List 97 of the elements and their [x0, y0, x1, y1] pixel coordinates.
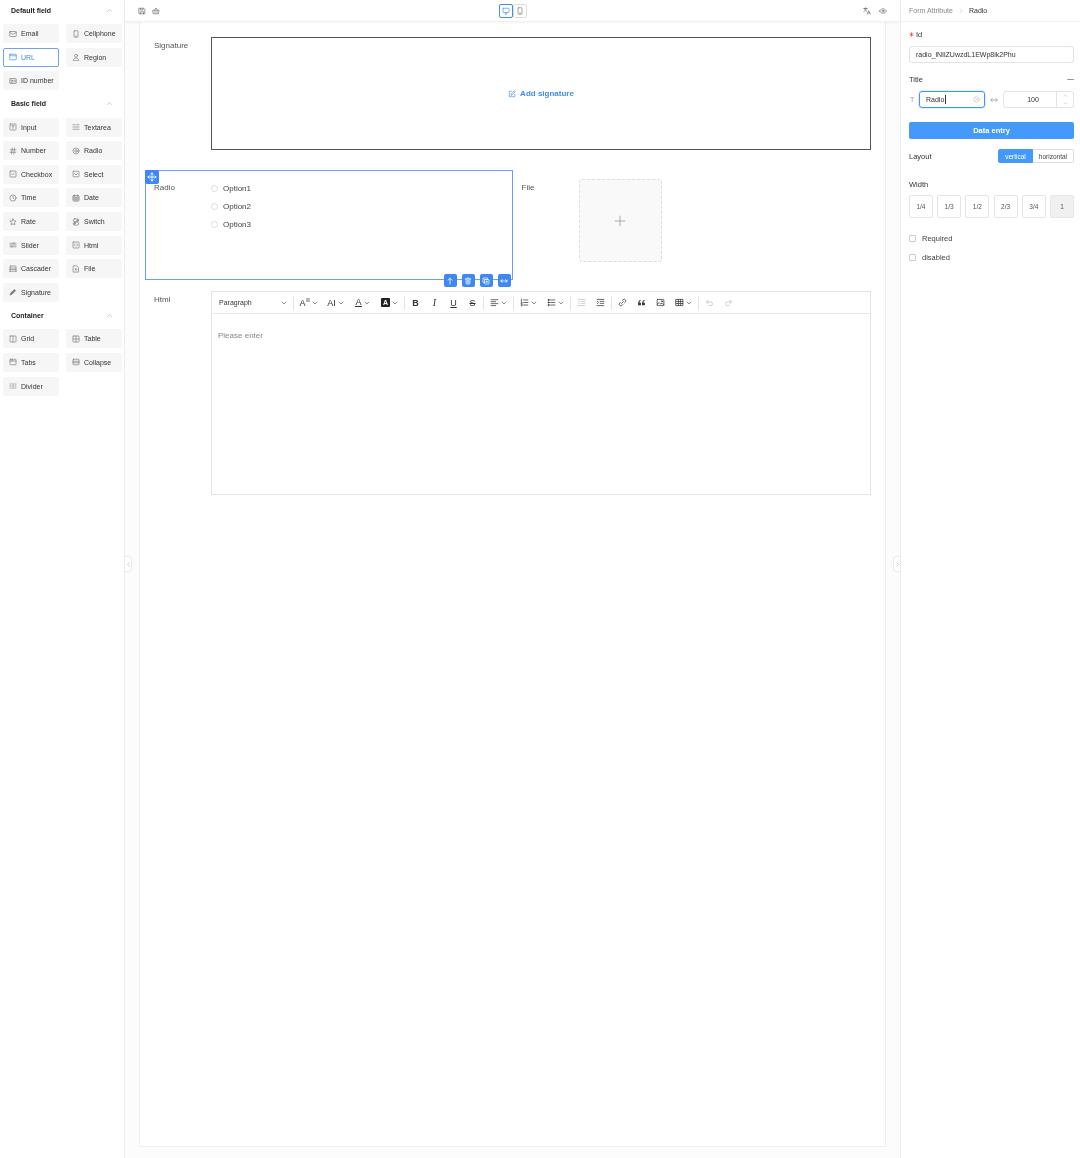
font-size-button[interactable]: A	[295, 293, 322, 312]
italic-button[interactable]: I	[425, 293, 444, 312]
table-icon	[72, 334, 80, 343]
mobile-view-button[interactable]	[512, 3, 527, 18]
star-icon	[9, 217, 17, 226]
field-label: Html	[154, 294, 172, 306]
envelope-icon	[9, 29, 17, 38]
panel-icon	[72, 358, 80, 367]
dashed-lines-icon	[9, 382, 17, 391]
outdent-icon	[577, 298, 586, 307]
underline-button[interactable]: U	[444, 293, 463, 312]
checkbox[interactable]	[909, 253, 916, 261]
image-icon	[656, 298, 665, 307]
chevron-right-icon	[957, 7, 964, 14]
calendar-icon	[72, 193, 80, 202]
eye-icon[interactable]	[879, 6, 887, 15]
copy-button[interactable]	[479, 274, 493, 287]
code-box-icon	[72, 241, 80, 250]
option-label[interactable]: Option3	[223, 219, 252, 229]
checkbox[interactable]	[909, 234, 916, 242]
copy-icon	[482, 276, 490, 285]
checkbox-icon	[9, 170, 17, 179]
move-up-button[interactable]	[443, 274, 457, 287]
drag-handle[interactable]	[145, 170, 159, 184]
editor-content-area[interactable]: Please enter	[212, 314, 870, 494]
align-left-icon	[490, 298, 499, 307]
field-label: Radio	[154, 182, 176, 194]
option-label[interactable]: Option1	[223, 183, 252, 193]
text-cursor-icon	[944, 95, 946, 104]
chevron-down-icon	[311, 299, 318, 306]
person-icon	[72, 53, 80, 62]
radio-button[interactable]	[211, 184, 218, 192]
chevron-down-icon	[501, 299, 507, 306]
radio-button[interactable]	[211, 202, 218, 210]
chevron-down-icon	[1062, 100, 1068, 106]
plus-icon	[614, 214, 626, 227]
arrow-up-icon	[446, 276, 454, 285]
font-color-button[interactable]: A	[349, 293, 376, 312]
mobile-phone-icon	[72, 29, 80, 38]
chevron-up-icon	[1062, 93, 1068, 99]
field-label: Signature	[154, 40, 190, 52]
trash-icon	[464, 276, 472, 285]
option-label[interactable]: Option2	[223, 201, 252, 211]
chevron-right-icon	[894, 561, 900, 567]
horizontal-arrows-icon	[500, 276, 508, 285]
signature-pad[interactable]: Add signature	[211, 37, 871, 150]
layers-icon	[9, 264, 17, 273]
horizontal-arrows-icon	[990, 95, 998, 104]
chevron-down-icon	[337, 299, 344, 306]
indent-icon	[596, 298, 605, 307]
strikethrough-button[interactable]: S	[463, 293, 482, 312]
hash-icon	[9, 146, 17, 155]
table-icon	[675, 298, 684, 307]
columns-icon	[9, 334, 17, 343]
chevron-down-icon	[558, 299, 564, 306]
chevron-down-icon	[531, 299, 537, 306]
basket-icon[interactable]	[152, 6, 160, 15]
mobile-phone-icon	[515, 6, 524, 15]
clock-icon	[9, 193, 17, 202]
sliders-icon	[9, 241, 17, 250]
toggle-icon	[72, 217, 80, 226]
radio-button[interactable]	[211, 220, 218, 228]
field-label: File	[521, 182, 536, 194]
text-box-icon	[9, 123, 17, 132]
bold-button[interactable]: B	[406, 293, 425, 312]
save-icon[interactable]	[138, 6, 146, 15]
translate-icon[interactable]	[863, 6, 871, 15]
clear-icon[interactable]	[973, 96, 980, 103]
undo-icon	[705, 298, 714, 307]
monitor-icon	[501, 6, 510, 15]
quote-icon	[637, 298, 646, 307]
browser-window-icon	[9, 53, 17, 62]
redo-icon	[724, 298, 733, 307]
numbered-list-icon	[520, 298, 529, 307]
file-icon	[72, 264, 80, 273]
chevron-down-icon	[281, 299, 287, 306]
link-icon	[618, 298, 627, 307]
id-card-icon	[9, 76, 17, 85]
add-signature-button[interactable]: Add signature	[508, 89, 574, 98]
size-lines-icon	[305, 298, 310, 302]
chevron-down-icon	[392, 299, 398, 306]
pen-icon	[9, 288, 17, 297]
resize-width-button[interactable]	[497, 274, 511, 287]
chevron-down-icon	[363, 299, 370, 306]
edit-icon	[508, 89, 517, 98]
delete-button[interactable]	[461, 274, 475, 287]
chevron-left-icon	[125, 561, 131, 567]
desktop-view-button[interactable]	[498, 3, 513, 18]
chevron-down-icon	[686, 299, 692, 306]
font-family-button[interactable]: AI	[322, 293, 349, 312]
collapse-handle[interactable]	[125, 556, 132, 572]
bulleted-list-icon	[547, 298, 556, 307]
text-lines-icon	[72, 123, 80, 132]
radio-icon	[72, 146, 80, 155]
tabs-icon	[9, 358, 17, 367]
move-icon	[147, 172, 157, 182]
dropdown-icon	[72, 170, 80, 179]
